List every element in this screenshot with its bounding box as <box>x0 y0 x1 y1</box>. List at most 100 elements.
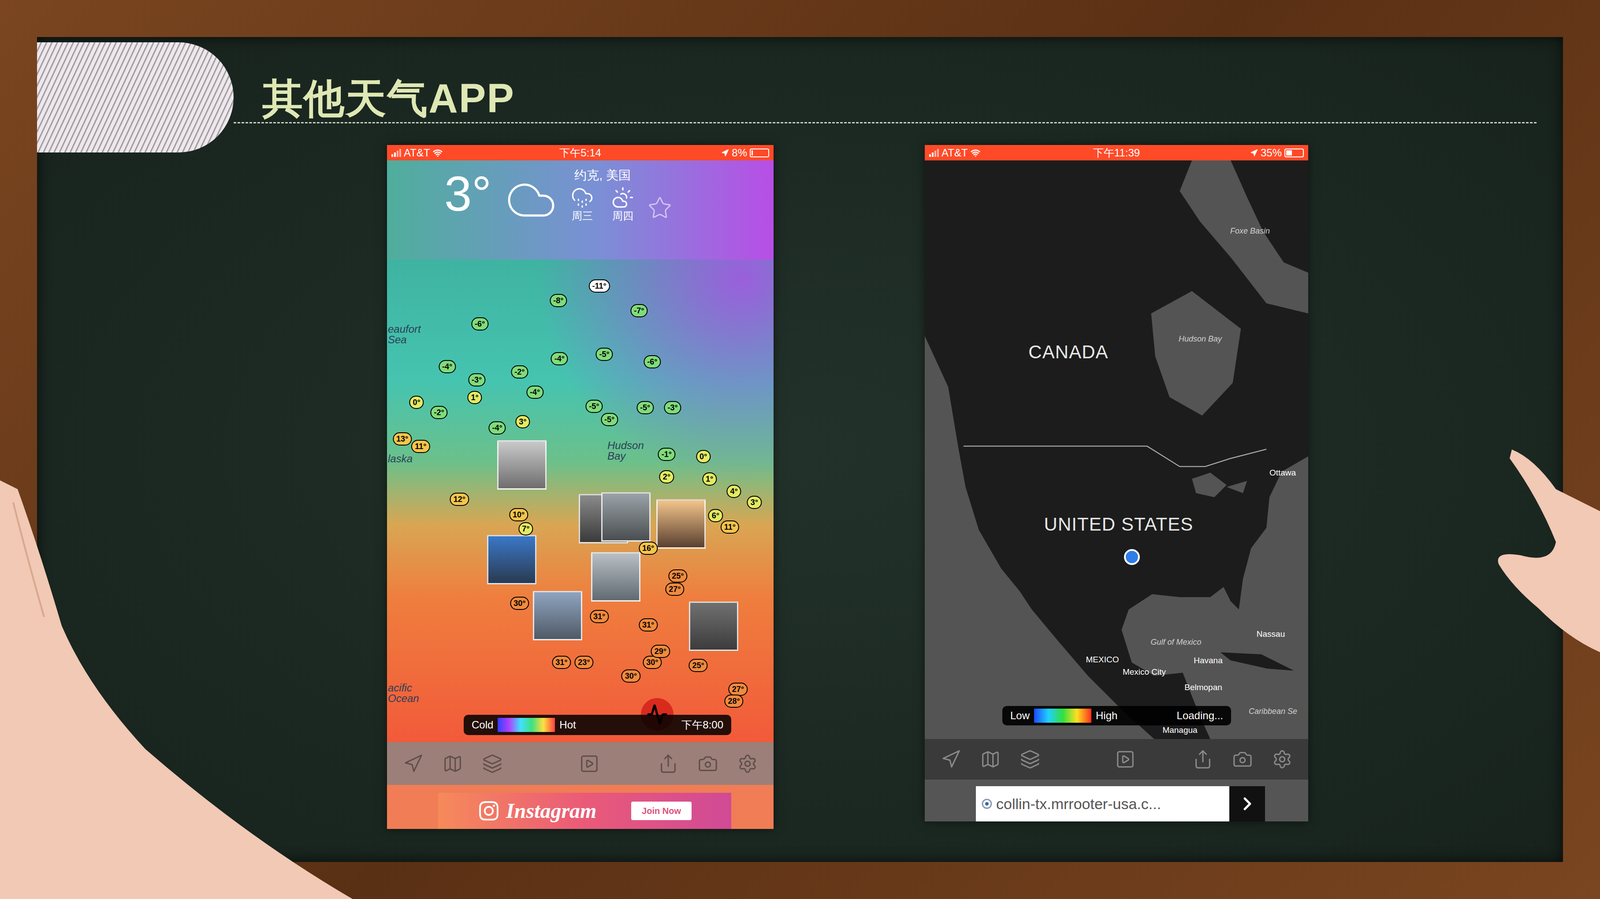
temperature-bubble[interactable]: -4° <box>550 352 569 366</box>
play-icon[interactable] <box>579 753 600 774</box>
toolbar <box>924 739 1309 780</box>
temperature-bubble[interactable]: 6° <box>708 509 723 523</box>
radar-map[interactable]: CANADAUNITED STATESHudson BayFoxe BasinO… <box>924 160 1309 740</box>
share-icon[interactable] <box>658 753 679 774</box>
play-icon[interactable] <box>1115 749 1136 770</box>
photo-pin[interactable] <box>656 499 706 549</box>
clock: 下午11:39 <box>1093 147 1140 159</box>
ad-banner[interactable]: collin-tx.mrrooter-usa.c... <box>924 779 1309 822</box>
temperature-bubble[interactable]: -1° <box>658 447 676 462</box>
temperature-bubble[interactable]: -4° <box>488 421 506 435</box>
layers-icon[interactable] <box>482 753 503 774</box>
locate-icon[interactable] <box>402 753 424 774</box>
location: 约克, 美国 <box>574 169 631 182</box>
join-button[interactable]: Join Now <box>631 801 692 821</box>
photo-pin[interactable] <box>601 492 651 542</box>
temperature-bubble[interactable]: 31° <box>589 610 609 624</box>
settings-icon[interactable] <box>737 753 758 774</box>
map-label: Havana <box>1193 656 1223 665</box>
wifi-icon <box>432 148 443 158</box>
temperature-bubble[interactable]: 11° <box>720 520 740 534</box>
battery-icon <box>749 148 770 158</box>
temperature-bubble[interactable]: 2° <box>659 470 674 484</box>
temperature-bubble[interactable]: 28° <box>724 694 744 708</box>
temperature-bubble[interactable]: 16° <box>638 541 658 555</box>
ad-banner[interactable]: Instagram Join Now <box>386 785 774 830</box>
slide-title: 其他天气APP <box>262 78 515 119</box>
photo-pin[interactable] <box>688 601 739 652</box>
temperature-bubble[interactable]: 0° <box>409 395 425 410</box>
temperature-bubble[interactable]: -4° <box>526 385 544 399</box>
forecast-day[interactable]: 周三 <box>570 186 594 222</box>
cloud-icon <box>504 173 558 227</box>
north-america-map <box>924 160 1309 740</box>
map-label: Gulf of Mexico <box>1150 638 1202 647</box>
temperature-bubble[interactable]: -2° <box>430 405 448 420</box>
right-hand <box>1485 0 1600 899</box>
temperature-bubble[interactable]: 3° <box>515 415 530 429</box>
temperature-bubble[interactable]: -11° <box>588 279 610 293</box>
temperature-bubble[interactable]: 13° <box>392 432 412 446</box>
toolbar <box>386 742 774 786</box>
temperature-bubble[interactable]: 27° <box>728 682 748 696</box>
title-row: 其他天气APP <box>37 37 1563 146</box>
temperature-bubble[interactable]: 23° <box>574 655 594 670</box>
temperature-bubble[interactable]: 30° <box>509 596 529 611</box>
temperature-bubble[interactable]: 12° <box>450 492 469 507</box>
temperature-bubble[interactable]: 31° <box>551 655 571 670</box>
favorite-star-icon[interactable] <box>647 195 673 221</box>
temperature-map[interactable]: -11° -8° -7° -6° -4° -2° -4° -5° -6° -3° -4° 1° 0° -2… <box>386 259 774 743</box>
status-bar: AT&T下午5:148% <box>386 145 774 161</box>
temperature-bubble[interactable]: -3° <box>468 373 486 387</box>
settings-icon[interactable] <box>1272 749 1293 770</box>
camera-icon[interactable] <box>697 753 719 774</box>
temperature-bubble[interactable]: -5° <box>585 399 603 414</box>
ad-brand: Instagram <box>506 800 597 822</box>
share-icon[interactable] <box>1192 749 1214 770</box>
photo-pin[interactable] <box>591 552 641 602</box>
battery-icon <box>1284 148 1304 158</box>
temperature-bubble[interactable]: -3° <box>664 401 682 415</box>
temperature-bubble[interactable]: 11° <box>411 439 430 454</box>
ad-next-button[interactable] <box>1229 786 1266 822</box>
temperature-bubble[interactable]: -6° <box>643 355 661 369</box>
temperature-bubble[interactable]: -6° <box>471 317 489 331</box>
temperature-bubble[interactable]: -5° <box>600 413 618 427</box>
photo-pin[interactable] <box>497 440 547 490</box>
temperature-bubble[interactable]: 25° <box>668 569 688 583</box>
temperature-bubble[interactable]: 27° <box>665 582 685 596</box>
temperature-bubble[interactable]: 10° <box>509 508 529 522</box>
map-icon[interactable] <box>980 749 1001 770</box>
temperature-bubble[interactable]: 29° <box>651 644 670 659</box>
photo-pin[interactable] <box>487 535 537 585</box>
temperature-bubble[interactable]: -4° <box>438 360 456 374</box>
temperature-bubble[interactable]: 1° <box>467 390 482 405</box>
layers-icon[interactable] <box>1019 749 1041 770</box>
camera-icon[interactable] <box>1232 749 1253 770</box>
temperature-bubble[interactable]: 0° <box>695 450 711 464</box>
temperature-bubble[interactable]: -7° <box>630 304 648 318</box>
temperature-bubble[interactable]: 4° <box>726 484 741 499</box>
temperature-bubble[interactable]: -5° <box>636 401 654 415</box>
temperature-bubble[interactable]: 30° <box>621 669 641 683</box>
current-location-dot <box>1123 549 1140 566</box>
temperature-bubble[interactable]: -2° <box>510 365 529 379</box>
legend-gradient <box>497 718 555 733</box>
temperature-bubble[interactable]: 3° <box>747 495 762 510</box>
forecast-icon <box>611 186 635 209</box>
map-icon[interactable] <box>442 753 463 774</box>
map-label: acific Ocean <box>387 682 437 704</box>
temperature-bubble[interactable]: 7° <box>518 522 533 536</box>
temperature-bubble[interactable]: 1° <box>702 472 717 486</box>
temperature-bubble[interactable]: -5° <box>595 347 613 361</box>
forecast-day[interactable]: 周四 <box>611 186 635 222</box>
photo-pin[interactable] <box>532 591 583 641</box>
locate-icon[interactable] <box>940 749 961 770</box>
battery: 35% <box>1189 147 1304 159</box>
legend-gradient <box>1034 708 1092 723</box>
legend: LowHighLoading... <box>1002 706 1232 726</box>
map-label: laska <box>387 453 437 465</box>
temperature-bubble[interactable]: -8° <box>549 293 567 308</box>
temperature-bubble[interactable]: 31° <box>638 618 658 632</box>
temperature-bubble[interactable]: 25° <box>688 658 708 673</box>
